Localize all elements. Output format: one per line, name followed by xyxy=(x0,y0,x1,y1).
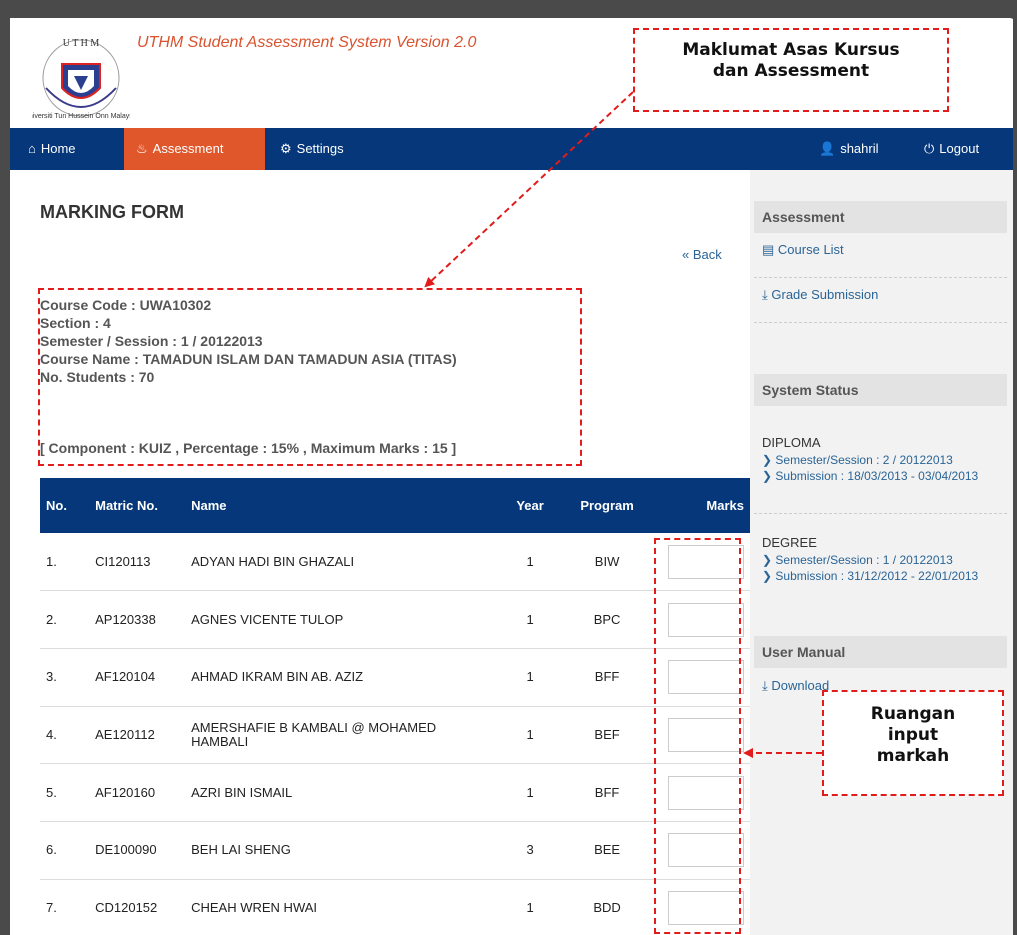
divider xyxy=(754,322,1007,323)
row-name: CHEAH WREN HWAI xyxy=(185,879,498,935)
svg-text:Universiti Tun Hussein Onn Mal: Universiti Tun Hussein Onn Malaysia xyxy=(32,113,130,120)
row-no: 2. xyxy=(40,590,90,649)
row-matric: AE120112 xyxy=(89,706,186,765)
degree-submission: ❯ Submission : 31/12/2012 - 22/01/2013 xyxy=(762,569,979,583)
row-year: 1 xyxy=(497,533,563,592)
table-row: 7. CD120152 CHEAH WREN HWAI 1 BDD xyxy=(40,879,750,935)
gear-icon: ⚙ xyxy=(280,141,292,156)
row-program: BEF xyxy=(562,706,652,765)
svg-text:U T H M: U T H M xyxy=(63,38,100,49)
uthm-logo: U T H M Universiti Tun Hussein Onn Malay… xyxy=(24,26,138,124)
header-marks: Marks xyxy=(706,497,744,513)
row-no: 1. xyxy=(40,533,90,592)
row-year: 1 xyxy=(497,879,563,935)
status-diploma: DIPLOMA xyxy=(762,435,821,450)
row-name: ADYAN HADI BIN GHAZALI xyxy=(185,533,498,592)
nav-settings[interactable]: ⚙ Settings xyxy=(268,128,356,170)
row-program: BPC xyxy=(562,590,652,649)
nav-assessment[interactable]: ♨ Assessment xyxy=(124,128,265,170)
chevron-right-icon: ❯ xyxy=(762,553,773,567)
row-matric: AP120338 xyxy=(89,590,186,649)
row-year: 1 xyxy=(497,648,563,707)
sidebar: Assessment ▤ Course List ⤓ Grade Submiss… xyxy=(750,170,1017,935)
header-year: Year xyxy=(516,497,544,513)
chevron-right-icon: ❯ xyxy=(762,453,773,467)
main-content: MARKING FORM « Back Course Code : UWA103… xyxy=(10,170,750,935)
chevron-right-icon: ❯ xyxy=(762,569,773,583)
right-edge xyxy=(1013,18,1017,935)
browser-frame: U T H M Universiti Tun Hussein Onn Malay… xyxy=(10,18,1017,935)
nav-logout[interactable]: ⏻ Logout xyxy=(912,128,991,170)
marking-table: No. Matric No. Name Year Program Marks 1… xyxy=(40,478,750,935)
table-row: 4. AE120112 AMERSHAFIE B KAMBALI @ MOHAM… xyxy=(40,706,750,765)
header-matric: Matric No. xyxy=(95,497,158,513)
divider xyxy=(754,513,1007,514)
row-program: BFF xyxy=(562,648,652,707)
row-name: AZRI BIN ISMAIL xyxy=(185,763,498,822)
list-icon: ▤ xyxy=(762,242,775,257)
table-row: 2. AP120338 AGNES VICENTE TULOP 1 BPC xyxy=(40,590,750,649)
table-header: No. Matric No. Name Year Program Marks xyxy=(40,478,750,533)
row-program: BDD xyxy=(562,879,652,935)
row-program: BEE xyxy=(562,821,652,880)
sidebar-grade-submission[interactable]: ⤓ Grade Submission xyxy=(762,287,878,303)
nav-user[interactable]: 👤 shahril xyxy=(807,128,890,170)
row-name: AMERSHAFIE B KAMBALI @ MOHAMED HAMBALI xyxy=(185,706,498,765)
app-title: UTHM Student Assessment System Version 2… xyxy=(137,34,477,51)
row-matric: AF120160 xyxy=(89,763,186,822)
back-link[interactable]: « Back xyxy=(682,247,722,262)
power-icon: ⏻ xyxy=(924,141,935,156)
diploma-submission: ❯ Submission : 18/03/2013 - 03/04/2013 xyxy=(762,469,979,483)
download-icon: ⤓ xyxy=(762,287,768,302)
row-name: BEH LAI SHENG xyxy=(185,821,498,880)
status-degree: DEGREE xyxy=(762,535,817,550)
table-row: 3. AF120104 AHMAD IKRAM BIN AB. AZIZ 1 B… xyxy=(40,648,750,707)
page-title: MARKING FORM xyxy=(40,202,184,222)
sidebar-course-list[interactable]: ▤ Course List xyxy=(762,242,844,258)
annotation-marks-region xyxy=(654,538,741,934)
row-no: 7. xyxy=(40,879,90,935)
row-name: AGNES VICENTE TULOP xyxy=(185,590,498,649)
sidebar-manual-heading: User Manual xyxy=(754,636,1007,668)
annotation-course-info-region xyxy=(38,288,582,466)
table-row: 1. CI120113 ADYAN HADI BIN GHAZALI 1 BIW xyxy=(40,533,750,592)
header-no: No. xyxy=(46,497,67,513)
home-icon: ⌂ xyxy=(28,141,36,156)
annotation-marks-input-label: Ruangan input markah xyxy=(870,704,956,766)
table-row: 5. AF120160 AZRI BIN ISMAIL 1 BFF xyxy=(40,763,750,822)
header-name: Name xyxy=(191,497,227,513)
row-no: 4. xyxy=(40,706,90,765)
row-name: AHMAD IKRAM BIN AB. AZIZ xyxy=(185,648,498,707)
nav-home[interactable]: ⌂ Home xyxy=(16,128,88,170)
row-matric: AF120104 xyxy=(89,648,186,707)
row-no: 6. xyxy=(40,821,90,880)
degree-semester: ❯ Semester/Session : 1 / 20122013 xyxy=(762,553,953,567)
fire-icon: ♨ xyxy=(136,141,148,156)
diploma-semester: ❯ Semester/Session : 2 / 20122013 xyxy=(762,453,953,467)
download-icon: ⤓ xyxy=(762,678,768,693)
annotation-course-info-label: Maklumat Asas Kursus dan Assessment xyxy=(682,40,900,81)
row-year: 1 xyxy=(497,706,563,765)
sidebar-download[interactable]: ⤓ Download xyxy=(762,678,829,694)
row-year: 3 xyxy=(497,821,563,880)
sidebar-assessment-heading: Assessment xyxy=(754,201,1007,233)
sidebar-status-heading: System Status xyxy=(754,374,1007,406)
top-navbar: ⌂ Home ♨ Assessment ⚙ Settings 👤 shahril ⏻ Lo… xyxy=(10,128,1017,170)
row-no: 3. xyxy=(40,648,90,707)
row-no: 5. xyxy=(40,763,90,822)
chevron-right-icon: ❯ xyxy=(762,469,773,483)
row-matric: CD120152 xyxy=(89,879,186,935)
table-row: 6. DE100090 BEH LAI SHENG 3 BEE xyxy=(40,821,750,880)
row-program: BFF xyxy=(562,763,652,822)
header-program: Program xyxy=(580,497,634,513)
row-year: 1 xyxy=(497,763,563,822)
user-icon: 👤 xyxy=(819,141,836,156)
row-year: 1 xyxy=(497,590,563,649)
divider xyxy=(754,277,1007,278)
row-matric: DE100090 xyxy=(89,821,186,880)
row-program: BIW xyxy=(562,533,652,592)
row-matric: CI120113 xyxy=(89,533,186,592)
